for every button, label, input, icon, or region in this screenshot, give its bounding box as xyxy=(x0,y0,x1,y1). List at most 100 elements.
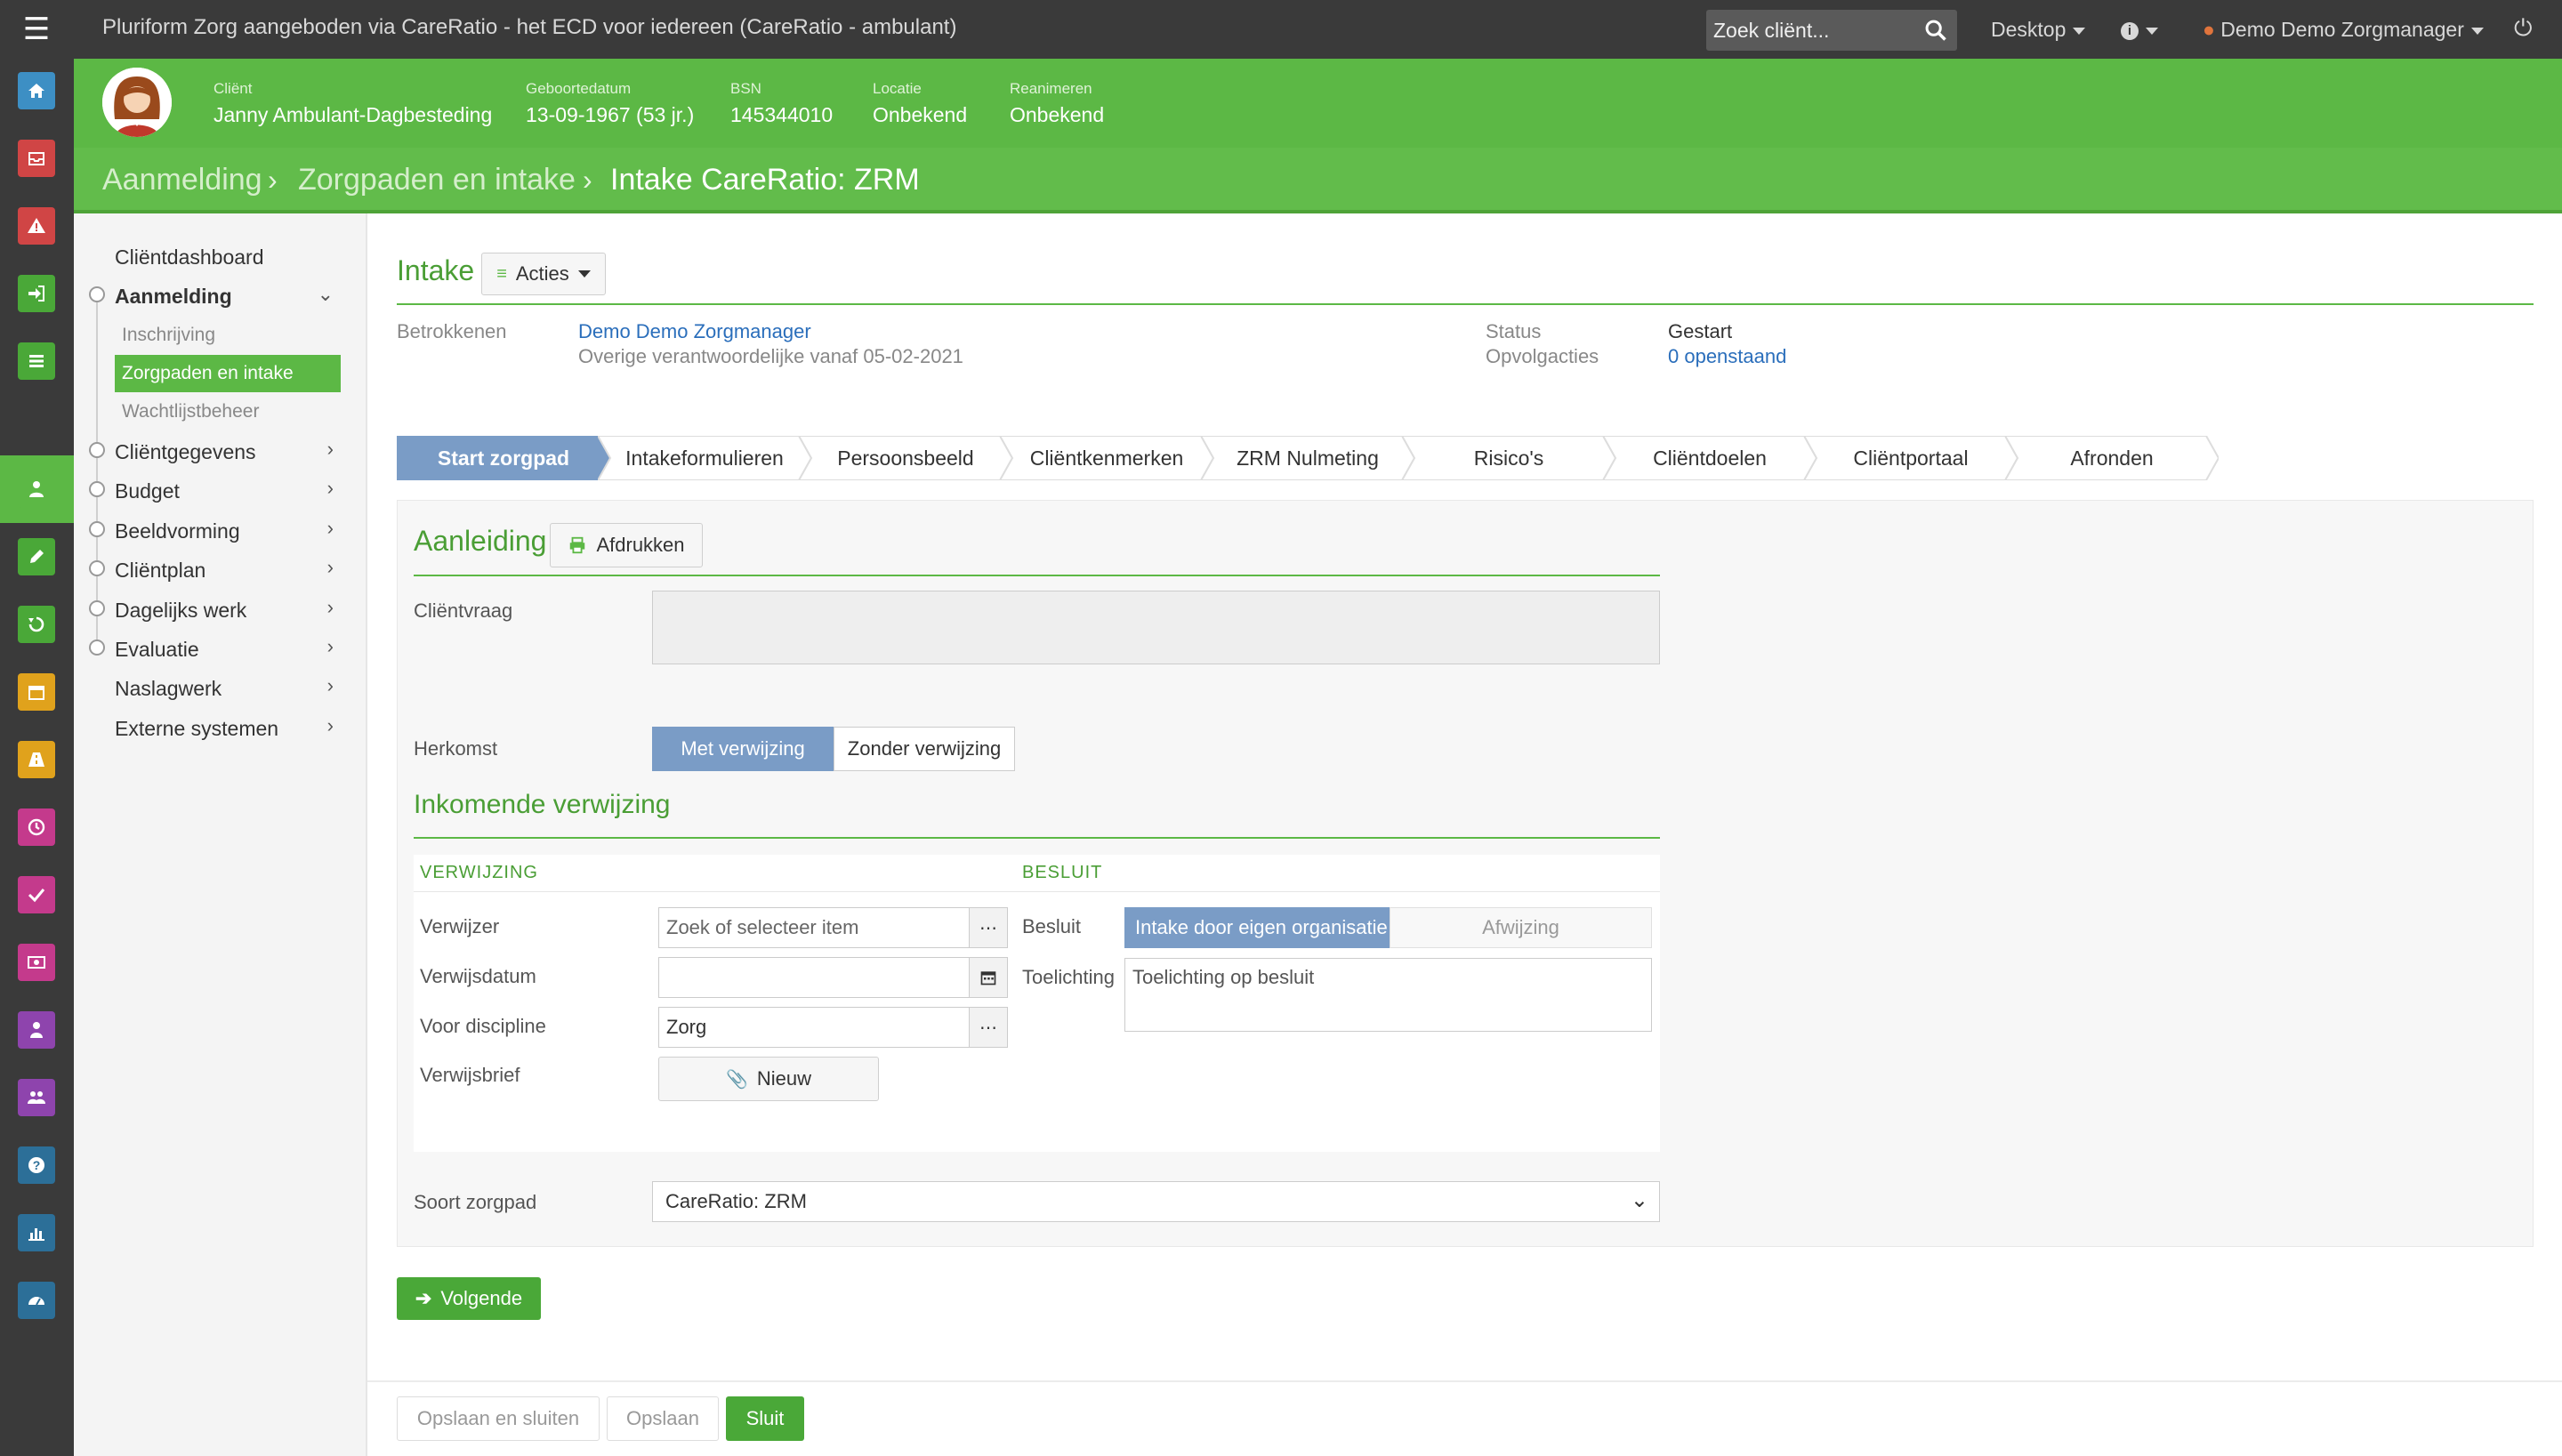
menu-item-evaluatie[interactable]: Evaluatie xyxy=(115,638,199,662)
besluit-afwijzing[interactable]: Afwijzing xyxy=(1390,907,1652,948)
menu-item-naslagwerk[interactable]: Naslagwerk xyxy=(115,677,222,701)
hamburger-menu-icon[interactable]: ☰ xyxy=(16,12,57,46)
menu-item-zorgpaden[interactable]: Zorgpaden en intake xyxy=(122,363,294,384)
sign-in-icon[interactable] xyxy=(18,275,55,312)
client-name: Janny Ambulant-Dagbesteding xyxy=(214,103,493,126)
client-search-input[interactable] xyxy=(1706,10,1920,51)
menu-item-budget[interactable]: Budget xyxy=(115,479,180,503)
wizard-step-start-zorgpad[interactable]: Start zorgpad xyxy=(397,436,610,480)
desktop-dropdown[interactable]: Desktop xyxy=(1991,18,2086,42)
acties-label: Acties xyxy=(515,262,569,285)
opvolgacties-link[interactable]: 0 openstaand xyxy=(1668,345,1786,368)
refresh-icon[interactable] xyxy=(18,606,55,643)
money-icon[interactable] xyxy=(18,944,55,981)
user-name: Demo Demo Zorgmanager xyxy=(2220,18,2464,41)
chevron-right-icon[interactable]: › xyxy=(327,596,334,619)
ellipsis-icon[interactable]: ⋯ xyxy=(969,907,1008,948)
chevron-right-icon[interactable]: › xyxy=(327,674,334,697)
zonder-verwijzing-toggle[interactable]: Zonder verwijzing xyxy=(834,727,1015,771)
menu-item-clientplan[interactable]: Cliëntplan xyxy=(115,559,205,583)
wizard-step-zrm-nulmeting[interactable]: ZRM Nulmeting xyxy=(1201,436,1414,480)
pencil-icon[interactable] xyxy=(18,538,55,575)
wizard-step-persoonsbeeld[interactable]: Persoonsbeeld xyxy=(799,436,1012,480)
wizard-step-afronden[interactable]: Afronden xyxy=(2005,436,2219,480)
met-verwijzing-toggle[interactable]: Met verwijzing xyxy=(652,727,834,771)
dashboard-icon[interactable] xyxy=(18,1282,55,1319)
home-icon[interactable] xyxy=(18,72,55,109)
resus-label: Reanimeren xyxy=(1010,80,1092,97)
svg-text:?: ? xyxy=(33,1158,41,1172)
menu-item-inschrijving[interactable]: Inschrijving xyxy=(122,325,215,346)
breadcrumb-separator: › xyxy=(583,164,592,196)
soort-zorgpad-select[interactable]: CareRatio: ZRM ⌄ xyxy=(652,1181,1660,1222)
search-icon[interactable] xyxy=(1923,18,1948,43)
verwijzer-input[interactable]: Zoek of selecteer item xyxy=(658,907,970,948)
group-icon[interactable] xyxy=(18,1079,55,1116)
person-icon[interactable] xyxy=(18,1011,55,1049)
menu-item-clientgegevens[interactable]: Cliëntgegevens xyxy=(115,440,256,464)
menu-item-dagelijks-werk[interactable]: Dagelijks werk xyxy=(115,599,246,623)
ellipsis-icon[interactable]: ⋯ xyxy=(969,1007,1008,1048)
acties-button[interactable]: ≡ Acties xyxy=(481,253,606,295)
chevron-right-icon[interactable]: › xyxy=(327,635,334,658)
list-icon[interactable] xyxy=(18,342,55,380)
info-dropdown[interactable]: i xyxy=(2121,18,2158,42)
power-icon[interactable]: ⏻ xyxy=(2514,14,2533,43)
desktop-label: Desktop xyxy=(1991,18,2067,41)
menu-item-beeldvorming[interactable]: Beeldvorming xyxy=(115,519,240,543)
afdrukken-button[interactable]: Afdrukken xyxy=(550,523,703,567)
clientvraag-textarea[interactable] xyxy=(652,591,1660,664)
wizard-step-clientportaal[interactable]: Cliëntportaal xyxy=(1804,436,2018,480)
user-md-icon[interactable] xyxy=(18,471,55,508)
wizard-step-intakeformulieren[interactable]: Intakeformulieren xyxy=(598,436,811,480)
chevron-right-icon[interactable]: › xyxy=(327,477,334,500)
app-title: Pluriform Zorg aangeboden via CareRatio … xyxy=(102,15,957,39)
help-icon[interactable]: ? xyxy=(18,1146,55,1184)
bar-chart-icon[interactable] xyxy=(18,1214,55,1251)
opslaan-button[interactable]: Opslaan xyxy=(607,1396,719,1441)
calendar-icon[interactable] xyxy=(969,957,1008,998)
wizard-step-label: ZRM Nulmeting xyxy=(1237,446,1379,470)
breadcrumb-aanmelding[interactable]: Aanmelding xyxy=(102,163,262,197)
verwijsdatum-input[interactable] xyxy=(658,957,970,998)
chevron-right-icon[interactable]: › xyxy=(327,714,334,737)
besluit-label: Besluit xyxy=(1022,915,1082,937)
chevron-right-icon[interactable]: › xyxy=(327,517,334,540)
breadcrumb: Aanmelding › Zorgpaden en intake › Intak… xyxy=(74,148,2562,213)
print-icon xyxy=(570,536,585,554)
inbox-icon[interactable] xyxy=(18,140,55,177)
besluit-intake-eigen-organisatie[interactable]: Intake door eigen organisatie xyxy=(1124,907,1390,948)
opslaan-en-sluiten-button[interactable]: Opslaan en sluiten xyxy=(397,1396,600,1441)
calendar-icon[interactable] xyxy=(18,673,55,711)
discipline-input[interactable]: Zorg xyxy=(658,1007,970,1048)
wizard-step-clientkenmerken[interactable]: Cliëntkenmerken xyxy=(1000,436,1213,480)
betrokkene-link[interactable]: Demo Demo Zorgmanager xyxy=(578,320,811,343)
menu-item-externe-systemen[interactable]: Externe systemen xyxy=(115,717,278,741)
nieuw-label: Nieuw xyxy=(756,1067,812,1090)
wizard-step-label: Cliëntportaal xyxy=(1853,446,1969,470)
nieuw-button[interactable]: 📎 Nieuw xyxy=(658,1057,879,1101)
verwijzer-label: Verwijzer xyxy=(420,915,500,937)
menu-item-aanmelding[interactable]: Aanmelding xyxy=(115,285,232,309)
verwijsdatum-label: Verwijsdatum xyxy=(420,965,536,987)
menu-item-clientdashboard[interactable]: Cliëntdashboard xyxy=(115,245,264,269)
road-icon[interactable] xyxy=(18,741,55,778)
chevron-right-icon[interactable]: › xyxy=(327,556,334,579)
chevron-right-icon[interactable]: › xyxy=(327,438,334,461)
toelichting-textarea[interactable]: Toelichting op besluit xyxy=(1124,958,1652,1032)
status-value: Gestart xyxy=(1668,320,1733,342)
menu-item-wachtlijst[interactable]: Wachtlijstbeheer xyxy=(122,401,259,422)
clock-icon[interactable] xyxy=(18,808,55,846)
breadcrumb-zorgpaden[interactable]: Zorgpaden en intake xyxy=(298,163,576,197)
sluit-button[interactable]: Sluit xyxy=(726,1396,804,1441)
herkomst-label: Herkomst xyxy=(414,737,498,760)
wizard-step-risicos[interactable]: Risico's xyxy=(1402,436,1615,480)
volgende-button[interactable]: ➔ Volgende xyxy=(397,1277,541,1320)
module-sidebar: ? xyxy=(0,59,74,1456)
warning-icon[interactable] xyxy=(18,207,55,245)
check-icon[interactable] xyxy=(18,876,55,913)
chevron-down-icon[interactable]: ⌄ xyxy=(318,283,334,306)
wizard-step-clientdoelen[interactable]: Cliëntdoelen xyxy=(1603,436,1817,480)
discipline-label: Voor discipline xyxy=(420,1015,546,1037)
user-dropdown[interactable]: ● Demo Demo Zorgmanager xyxy=(2203,18,2484,42)
